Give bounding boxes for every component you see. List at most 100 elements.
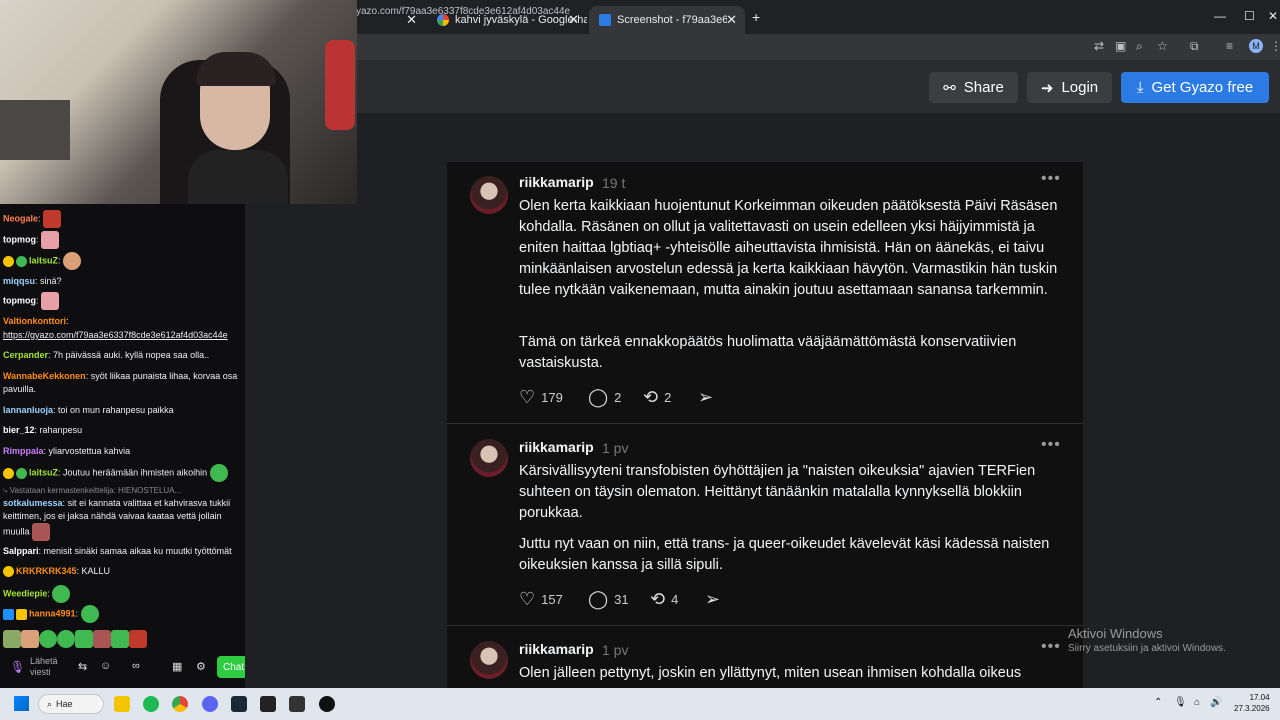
clock-time: 17.04 (1249, 693, 1270, 702)
repost-action: ⟲ 2 (643, 387, 671, 408)
chat-message: Salppari: menisit sinäki samaa aikaa ku … (3, 546, 232, 556)
extensions-icon[interactable]: ⧉ (1190, 39, 1199, 54)
start-icon[interactable] (14, 696, 29, 711)
chat-message: bier_12: rahanpesu (3, 425, 83, 435)
get-gyazo-button[interactable]: ⤓ Get Gyazo free (1121, 72, 1269, 103)
reply-count: 2 (614, 390, 622, 405)
post-username: riikkamarip (519, 174, 594, 190)
repost-icon: ⟲ (650, 589, 666, 609)
comment-icon: ◯ (588, 589, 609, 609)
file-explorer-icon[interactable] (114, 696, 130, 712)
chat-reply-context: ⤷ Vastataan kermastenkeittelija: HIENOST… (3, 486, 182, 495)
settings-icon[interactable]: ⚙ (196, 660, 206, 673)
windows-taskbar (0, 688, 1280, 720)
translate-chat-icon[interactable]: ⇆ (78, 660, 87, 673)
clock-date: 27.3.2026 (1234, 704, 1270, 713)
send-icon: ➢ (698, 387, 714, 407)
browser-tab-gyazo[interactable]: Screenshot - f79aa3e6337f8cde ✕ (589, 6, 745, 34)
url-text[interactable]: yazo.com/f79aa3e6337f8cde3e612af4d03ac44… (356, 6, 570, 17)
repost-action: ⟲ 4 (650, 589, 678, 610)
search-icon: ⌕ (47, 698, 53, 709)
zoom-icon[interactable]: ⌕ (1136, 39, 1143, 54)
like-action: ♡ 157 (519, 589, 563, 610)
more-options-icon: ••• (1041, 436, 1061, 453)
send-icon: ➢ (705, 589, 721, 609)
steam-icon[interactable] (231, 696, 247, 712)
search-label: Hae (56, 699, 73, 709)
like-count: 179 (541, 390, 563, 405)
avatar (470, 439, 508, 477)
profile-avatar[interactable]: M (1249, 39, 1263, 53)
spotify-icon[interactable] (143, 696, 159, 712)
post-paragraph: Olen kerta kaikkiaan huojentunut Korkeim… (519, 198, 1058, 298)
chat-message: laitsuZ: (3, 252, 243, 270)
chat-message: Valtionkonttori: (3, 316, 69, 326)
like-count: 157 (541, 592, 563, 607)
close-tab-icon[interactable]: ✕ (726, 12, 737, 28)
chat-message: topmog: (3, 292, 243, 310)
menu-dots-icon[interactable]: ⋮ (1270, 39, 1280, 53)
login-label: Login (1061, 79, 1099, 96)
post-time: 1 pv (602, 642, 629, 658)
share-button[interactable]: ⚯ Share (929, 72, 1018, 103)
like-action: ♡ 179 (519, 387, 563, 408)
more-options-icon: ••• (1041, 170, 1061, 187)
discord-icon[interactable] (202, 696, 218, 712)
post-paragraph: Olen jälleen pettynyt, joskin en yllätty… (519, 665, 1022, 681)
taskbar-clock[interactable]: 17.04 27.3.2026 (1234, 692, 1270, 714)
chat-send-button[interactable]: Chat (217, 656, 245, 678)
chat-link[interactable]: https://gyazo.com/f79aa3e6337f8cde3e612a… (3, 329, 243, 342)
tray-chevron-icon[interactable]: ⌃ (1154, 697, 1162, 708)
x-icon[interactable] (260, 696, 276, 712)
tray-mic-icon[interactable]: 🎙 (1174, 697, 1187, 708)
share-icon: ⚯ (943, 79, 956, 97)
gift-icon[interactable]: ▦ (172, 660, 182, 673)
post-paragraph: Tämä on tärkeä ennakkopäätös huolimatta … (519, 334, 1017, 371)
volume-icon[interactable]: 🔊 (1210, 697, 1222, 708)
avatar (470, 641, 508, 679)
person-shirt (188, 150, 288, 204)
chat-message: topmog: (3, 231, 243, 249)
chrome-icon[interactable] (172, 696, 188, 712)
new-tab-icon[interactable]: + (752, 9, 760, 25)
chat-message: KRKRKRK345: KALLU (3, 565, 243, 578)
taskbar-search[interactable]: ⌕ Hae (38, 694, 104, 714)
close-window-icon[interactable]: ✕ (1268, 9, 1278, 23)
translate-icon[interactable]: ⇄ (1094, 39, 1104, 53)
gyazo-icon (599, 14, 611, 26)
chat-message: Weediepie: (3, 585, 243, 603)
microphone-icon[interactable]: 🎙 (10, 660, 25, 674)
download-icon: ⤓ (1136, 79, 1144, 96)
figurine (325, 40, 355, 130)
app-icon[interactable] (289, 696, 305, 712)
repost-count: 2 (664, 390, 672, 405)
chat-message: hanna4991: (3, 605, 243, 623)
post-username: riikkamarip (519, 439, 594, 455)
send-action: ➢ (705, 589, 720, 610)
bits-icon[interactable]: ∞ (132, 660, 140, 672)
bookmark-star-icon[interactable]: ☆ (1157, 39, 1168, 53)
obs-icon[interactable] (319, 696, 335, 712)
install-icon[interactable]: ▣ (1115, 39, 1126, 53)
chat-message: Rimppala: yliarvostettua kahvia (3, 446, 131, 456)
chat-message: miqqsu: sinä? (3, 276, 62, 286)
post-time: 1 pv (602, 440, 629, 456)
login-icon: ➜ (1040, 79, 1054, 97)
chat-emote-row (3, 630, 243, 648)
chat-input[interactable]: Lähetä viesti (30, 656, 70, 678)
minimize-icon[interactable]: — (1214, 9, 1226, 23)
network-icon[interactable]: ⌂ (1194, 697, 1200, 708)
maximize-icon[interactable]: ☐ (1244, 9, 1255, 23)
comment-icon: ◯ (588, 387, 609, 407)
tab-title: Screenshot - f79aa3e6337f8cde (617, 14, 727, 26)
emote-icon[interactable]: ☺ (100, 660, 111, 672)
chat-message: sotkalumessa: sit ei kannata valittaa et… (3, 497, 243, 541)
reply-action: ◯ 2 (588, 387, 621, 408)
login-button[interactable]: ➜ Login (1027, 72, 1112, 103)
media-icon[interactable]: ≡ (1226, 39, 1233, 53)
chat-message: laitsuZ: Joutuu heräämään ihmisten aikoi… (3, 464, 243, 482)
share-label: Share (963, 79, 1004, 96)
post-username: riikkamarip (519, 641, 594, 657)
couch (0, 100, 70, 160)
post-time: 19 t (602, 175, 626, 191)
